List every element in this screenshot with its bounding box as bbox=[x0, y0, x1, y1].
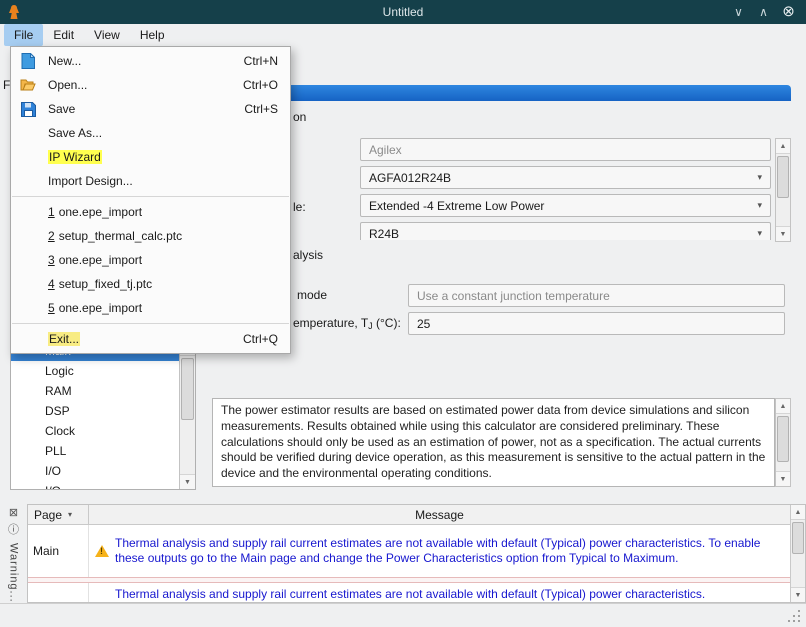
dock-close-icon[interactable]: ⊠ bbox=[7, 506, 21, 520]
message-row[interactable]: Main Thermal analysis and supply rail cu… bbox=[28, 525, 790, 577]
package-combo[interactable]: R24B ▾ bbox=[360, 222, 771, 240]
chevron-down-icon[interactable]: ▾ bbox=[751, 200, 762, 211]
list-item[interactable]: PLL bbox=[11, 441, 195, 461]
thermal-section-label-fragment: alysis bbox=[293, 248, 323, 262]
disclaimer-scrollbar[interactable]: ▲ ▼ bbox=[775, 398, 791, 487]
scroll-down-icon[interactable]: ▼ bbox=[776, 226, 790, 241]
scrollbar-thumb[interactable] bbox=[181, 358, 194, 420]
menubar: File Edit View Help bbox=[0, 24, 806, 46]
messages-body: Main Thermal analysis and supply rail cu… bbox=[28, 525, 790, 602]
titlebar: Untitled ∨ ∧ ⊗ bbox=[0, 0, 806, 24]
menu-item-exit[interactable]: Exit... Ctrl+Q bbox=[11, 327, 290, 351]
speed-grade-combo[interactable]: Extended -4 Extreme Low Power ▾ bbox=[360, 194, 771, 217]
tj-value-field[interactable]: 25 bbox=[408, 312, 785, 335]
menu-help[interactable]: Help bbox=[130, 24, 175, 46]
menu-item-import-design[interactable]: Import Design... bbox=[11, 169, 290, 193]
device-section-label-fragment: on bbox=[293, 110, 306, 124]
menu-item-recent-4[interactable]: 4setup_fixed_tj.ptc bbox=[11, 272, 290, 296]
menu-separator bbox=[12, 196, 289, 197]
device-part-combo[interactable]: AGFA012R24B ▾ bbox=[360, 166, 771, 189]
grade-label-fragment: le: bbox=[293, 200, 306, 214]
pages-list: Main Logic RAM DSP Clock PLL I/O I/O ▲ ▼ bbox=[10, 340, 196, 490]
device-form-scrollbar[interactable]: ▲ ▼ bbox=[775, 138, 791, 242]
tj-mode-field[interactable]: Use a constant junction temperature bbox=[408, 284, 785, 307]
menu-item-recent-5[interactable]: 5one.epe_import bbox=[11, 296, 290, 320]
messages-panel: Page ▾ Message Main Thermal analysis and… bbox=[27, 504, 806, 603]
scroll-down-icon[interactable]: ▼ bbox=[776, 471, 790, 486]
scroll-down-icon[interactable]: ▼ bbox=[180, 474, 195, 489]
pages-list-scrollbar[interactable]: ▲ ▼ bbox=[179, 341, 195, 489]
scrollbar-thumb[interactable] bbox=[777, 416, 789, 462]
maximize-window-icon[interactable]: ∧ bbox=[756, 0, 771, 24]
window-title: Untitled bbox=[0, 5, 806, 19]
open-folder-icon bbox=[16, 77, 40, 93]
menu-item-recent-3[interactable]: 3one.epe_import bbox=[11, 248, 290, 272]
close-window-icon[interactable]: ⊗ bbox=[781, 0, 796, 24]
menu-separator bbox=[12, 323, 289, 324]
file-menu: New... Ctrl+N Open... Ctrl+O Save Ctrl+S… bbox=[10, 46, 291, 354]
device-section-header[interactable] bbox=[212, 85, 791, 101]
list-item[interactable]: RAM bbox=[11, 381, 195, 401]
device-family-field[interactable]: Agilex bbox=[360, 138, 771, 161]
menu-item-recent-1[interactable]: 1one.epe_import bbox=[11, 200, 290, 224]
scroll-down-icon[interactable]: ▼ bbox=[791, 587, 805, 602]
list-item[interactable]: I/O bbox=[11, 461, 195, 481]
menu-edit[interactable]: Edit bbox=[43, 24, 84, 46]
dock-tab-label: Warning... bbox=[8, 543, 20, 603]
new-document-icon bbox=[16, 53, 40, 69]
chevron-down-icon[interactable]: ▾ bbox=[751, 228, 762, 239]
warning-icon bbox=[95, 545, 109, 557]
message-column-header[interactable]: Message bbox=[89, 505, 790, 524]
menu-item-recent-2[interactable]: 2setup_thermal_calc.ptc bbox=[11, 224, 290, 248]
app-icon bbox=[7, 4, 21, 20]
menu-item-open[interactable]: Open... Ctrl+O bbox=[11, 73, 290, 97]
menu-item-save[interactable]: Save Ctrl+S bbox=[11, 97, 290, 121]
scroll-up-icon[interactable]: ▲ bbox=[776, 399, 790, 414]
scroll-up-icon[interactable]: ▲ bbox=[791, 505, 805, 520]
chevron-down-icon[interactable]: ▾ bbox=[751, 172, 762, 183]
menu-item-new[interactable]: New... Ctrl+N bbox=[11, 49, 290, 73]
menu-file[interactable]: File bbox=[4, 24, 43, 46]
list-item[interactable]: Logic bbox=[11, 361, 195, 381]
tj-mode-label-fragment: mode bbox=[297, 288, 327, 302]
scroll-up-icon[interactable]: ▲ bbox=[776, 139, 790, 154]
status-bar bbox=[0, 603, 806, 627]
dock-float-icon[interactable]: ⓘ bbox=[7, 523, 21, 537]
package-row-clipped: R24B ▾ bbox=[360, 222, 771, 240]
scrollbar-thumb[interactable] bbox=[777, 156, 789, 198]
messages-header: Page ▾ Message bbox=[28, 505, 790, 525]
warnings-dock-tab[interactable]: ⊠ ⓘ Warning... bbox=[0, 504, 27, 603]
list-item[interactable]: DSP bbox=[11, 401, 195, 421]
resize-grip[interactable] bbox=[798, 620, 800, 622]
sort-dropdown-icon[interactable]: ▾ bbox=[68, 510, 72, 519]
message-row[interactable]: Thermal analysis and supply rail current… bbox=[28, 583, 790, 602]
tj-label-fragment: emperature, TJ (°C): bbox=[293, 316, 401, 331]
menu-item-save-as[interactable]: Save As... bbox=[11, 121, 290, 145]
shade-window-icon[interactable]: ∨ bbox=[731, 0, 746, 24]
menu-item-ip-wizard[interactable]: IP Wizard bbox=[11, 145, 290, 169]
list-item[interactable]: Clock bbox=[11, 421, 195, 441]
messages-scrollbar[interactable]: ▲ ▼ bbox=[790, 505, 805, 602]
app-window: Untitled ∨ ∧ ⊗ File Edit View Help F on … bbox=[0, 0, 806, 627]
list-item[interactable]: I/O bbox=[11, 481, 195, 490]
page-column-header[interactable]: Page ▾ bbox=[28, 505, 89, 524]
scrollbar-thumb[interactable] bbox=[792, 522, 804, 554]
menu-view[interactable]: View bbox=[84, 24, 130, 46]
save-icon bbox=[16, 102, 40, 117]
disclaimer-text: The power estimator results are based on… bbox=[212, 398, 775, 487]
